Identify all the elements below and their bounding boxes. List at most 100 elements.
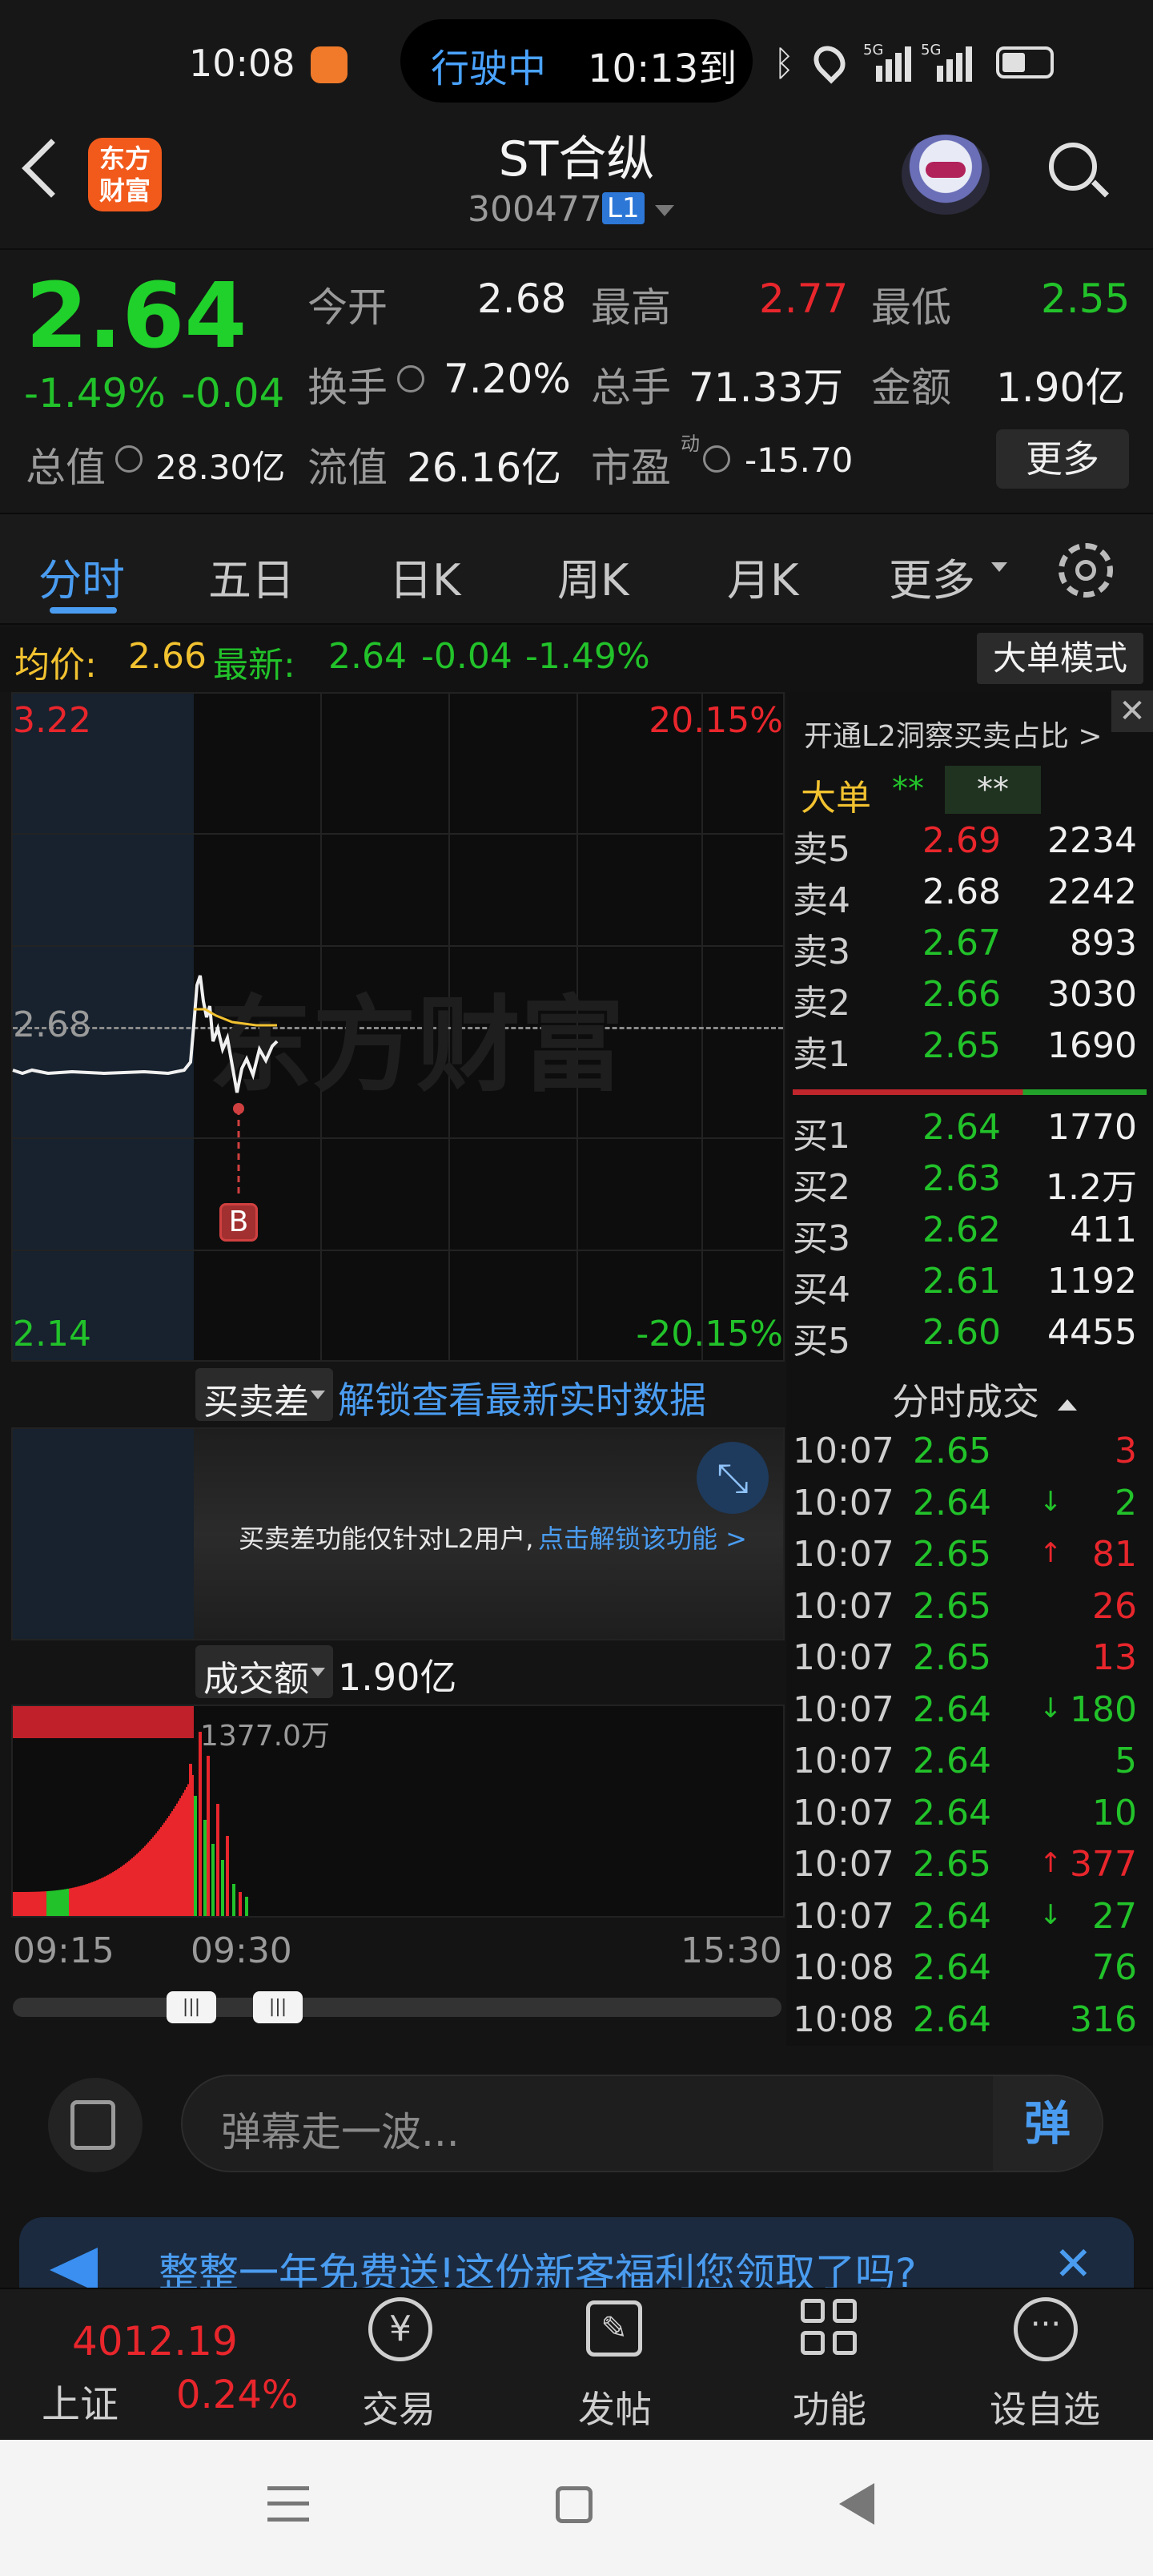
comment-input[interactable]: 弹幕走一波... 弹 [181,2075,1103,2172]
volume-bar [72,1887,74,1916]
range-slider-handle-left[interactable]: ||| [167,1991,216,2023]
trade-volume: 13 [1092,1637,1137,1678]
big-order-mode-button[interactable]: 大单模式 [977,633,1143,684]
function-icon[interactable] [801,2299,862,2360]
index-name[interactable]: 上证 [42,2373,119,2429]
ask-row[interactable]: 卖4 2.68 2242 [793,871,1145,921]
nav-add-watchlist[interactable]: 设自选 [990,2381,1100,2433]
menu-icon[interactable] [267,2486,309,2522]
trade-time: 10:07 [793,1431,894,1471]
index-pct[interactable]: 0.24% [176,2373,298,2417]
nav-function[interactable]: 功能 [793,2381,866,2433]
trade-row: 10:07 2.64 10 [793,1793,1145,1844]
volume-bar [171,1811,173,1916]
ask-label: 卖1 [793,1034,850,1075]
tab-daily-k[interactable]: 日K [389,545,460,608]
ask-price: 2.69 [922,820,1001,861]
volume-bar [143,1847,144,1916]
turnover-info-icon[interactable] [397,365,424,392]
search-icon[interactable] [1049,143,1109,199]
level-badge[interactable]: L1 [602,192,645,224]
sub2-value: 1.90亿 [338,1656,457,1699]
volume-bar [26,1891,27,1916]
code-dropdown-icon[interactable] [655,205,674,216]
stock-code: 300477 [468,189,602,230]
trade-direction-icon: ↑ [1039,1537,1063,1569]
bid-row[interactable]: 买1 2.64 1770 [793,1107,1145,1157]
gear-icon[interactable] [1059,543,1113,598]
sub1-unlock-link[interactable]: 解锁查看最新实时数据 [338,1371,706,1424]
pe-info-icon[interactable] [703,445,730,473]
bid-row[interactable]: 买3 2.62 411 [793,1210,1145,1259]
sub1-unlock-button[interactable]: 点击解锁该功能 > [538,1519,747,1556]
volume-bar [131,1858,133,1916]
volume-bar [82,1885,83,1916]
nav-post[interactable]: 发帖 [578,2381,652,2433]
turnover-value: 7.20% [444,356,571,402]
ask-row[interactable]: 卖3 2.67 893 [793,923,1145,972]
volume-bar [104,1876,106,1916]
home-icon[interactable] [556,2486,593,2523]
index-value[interactable]: 4012.19 [72,2318,238,2365]
book-divider [793,1089,1147,1095]
sub1-select[interactable]: 买卖差 [195,1368,333,1423]
pct-axis-bottom: -20.15% [636,1314,783,1354]
banner-close-icon[interactable]: ✕ [1054,2236,1093,2291]
buy-marker[interactable]: B [219,1203,258,1242]
volume-bar [102,1877,104,1916]
robot-assistant-icon[interactable] [902,135,990,215]
bid-row[interactable]: 买5 2.60 4455 [793,1312,1145,1362]
sub2-select[interactable]: 成交额 [195,1645,333,1700]
tab-five-day[interactable]: 五日 [208,545,295,608]
volume-bar [194,1796,197,1916]
trade-volume: 180 [1070,1688,1137,1730]
volume-bar [43,1891,45,1916]
volume-bar [170,1813,171,1916]
more-button[interactable]: 更多 [996,429,1129,489]
back-nav-icon[interactable] [839,2483,874,2525]
ask-volume: 2234 [1047,820,1137,861]
bid-row[interactable]: 买2 2.63 1.2万 [793,1158,1145,1208]
mktcap-info-icon[interactable] [115,445,143,473]
float-value: 26.16亿 [407,445,562,491]
l2-promo-link[interactable]: 开通L2洞察买卖占比 > [804,713,1103,755]
expand-icon[interactable]: ⤡ [697,1442,769,1514]
ask-volume: 2242 [1047,871,1137,912]
trade-row: 10:07 2.64 ↓ 2 [793,1483,1145,1534]
ask-row[interactable]: 卖1 2.65 1690 [793,1025,1145,1075]
volume-bar [51,1890,53,1916]
trade-direction-icon: ↑ [1039,1847,1063,1879]
ask-row[interactable]: 卖5 2.69 2234 [793,820,1145,870]
comment-history-icon[interactable] [48,2078,143,2172]
bid-row[interactable]: 买4 2.61 1192 [793,1261,1145,1310]
range-slider-handle-right[interactable]: ||| [253,1991,303,2023]
nav-trade[interactable]: 交易 [362,2381,436,2433]
post-icon[interactable]: ✎ [586,2300,642,2357]
tab-more-dropdown-icon[interactable] [991,562,1007,572]
tab-more[interactable]: 更多 [889,545,975,608]
volume-bar [199,1732,202,1916]
ask-volume: 1690 [1047,1025,1137,1066]
danmu-button[interactable]: 弹 [993,2076,1102,2171]
trade-row: 10:07 2.64 ↓ 27 [793,1896,1145,1947]
tab-weekly-k[interactable]: 周K [557,545,629,608]
promo-close-icon[interactable]: ✕ [1111,690,1153,732]
bid-label: 买1 [793,1116,850,1157]
high-label: 最高 [591,284,671,331]
ask-row[interactable]: 卖2 2.66 3030 [793,974,1145,1024]
volume-bar [99,1878,101,1916]
trades-title[interactable]: 分时成交 [892,1373,1077,1426]
trade-icon[interactable]: ¥ [368,2297,432,2361]
add-watchlist-icon[interactable]: ··· [1014,2297,1078,2361]
volume-bar [50,1890,51,1916]
amount-value: 1.90亿 [996,364,1126,411]
tab-intraday[interactable]: 分时 [38,545,125,608]
volume-bar [88,1883,90,1916]
volume-bars [13,1706,248,1916]
tab-monthly-k[interactable]: 月K [727,545,798,608]
trade-direction-icon: ↓ [1039,1898,1063,1931]
volume-bar [35,1891,37,1916]
x-axis-end: 15:30 [681,1930,782,1971]
volume-bar [21,1891,22,1916]
range-slider-track[interactable] [13,1998,781,2017]
